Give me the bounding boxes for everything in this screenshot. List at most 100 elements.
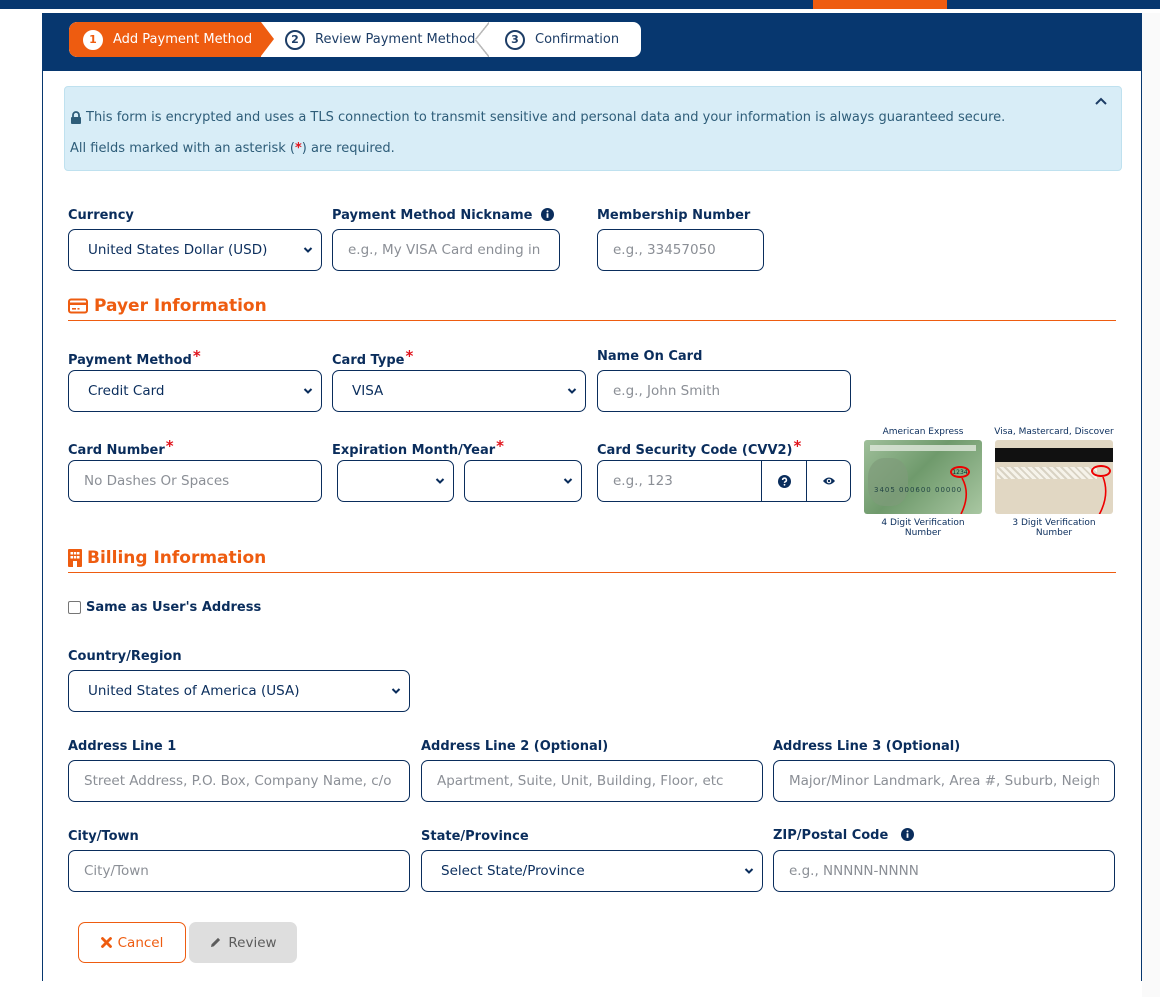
required-asterisk: * xyxy=(405,347,414,365)
amex-example: American Express 1234 3405 000600 00000 … xyxy=(863,427,983,538)
amex-card-image: 1234 3405 000600 00000 xyxy=(864,440,982,514)
button-label: Review xyxy=(228,934,277,951)
collapse-alert-button[interactable] xyxy=(1091,91,1111,111)
chevron-down-icon xyxy=(303,247,313,253)
step-number: 3 xyxy=(505,29,525,50)
billing-information-heading: Billing Information xyxy=(68,548,266,568)
payment-form-panel: 1 Add Payment Method 2 Review Payment Me… xyxy=(42,13,1142,981)
times-icon xyxy=(100,937,112,948)
checkbox-label: Same as User's Address xyxy=(86,600,262,615)
state-select[interactable]: Select State/Province xyxy=(421,850,763,892)
currency-select[interactable]: United States Dollar (USD) xyxy=(68,229,322,271)
address2-field[interactable] xyxy=(421,760,763,802)
security-alert: This form is encrypted and uses a TLS co… xyxy=(64,86,1122,171)
nickname-field[interactable] xyxy=(332,229,560,271)
visa-example: Visa, Mastercard, Discover 3 Digit Verif… xyxy=(993,427,1115,538)
alert-text: This form is encrypted and uses a TLS co… xyxy=(86,110,1006,125)
required-asterisk: * xyxy=(165,437,174,455)
expiration-year-select[interactable] xyxy=(464,460,582,502)
amex-sample-code: 1234 xyxy=(950,466,970,478)
payment-method-value: Credit Card xyxy=(88,383,165,399)
name-on-card-input[interactable] xyxy=(598,371,850,411)
country-label: Country/Region xyxy=(68,649,182,664)
country-select[interactable]: United States of America (USA) xyxy=(68,670,410,712)
expiration-month-select[interactable] xyxy=(337,460,454,502)
city-label: City/Town xyxy=(68,829,139,844)
page-gutter xyxy=(1142,13,1160,997)
cvv-field-group xyxy=(597,460,851,502)
address3-field[interactable] xyxy=(773,760,1115,802)
info-circle-icon[interactable] xyxy=(900,828,914,845)
cvv-help-button[interactable] xyxy=(761,461,806,501)
review-button[interactable]: Review xyxy=(189,922,297,963)
step-review-payment-method[interactable]: 2 Review Payment Method xyxy=(261,22,489,57)
zip-field[interactable] xyxy=(773,850,1115,892)
active-nav-indicator xyxy=(813,0,947,9)
step-number: 1 xyxy=(83,29,103,50)
credit-card-icon xyxy=(68,298,88,314)
card-type-label: Card Type* xyxy=(332,347,414,368)
alert-text: ) are required. xyxy=(301,141,395,156)
alert-line-required: All fields marked with an asterisk (*) a… xyxy=(70,141,395,156)
visa-card-image xyxy=(995,440,1113,514)
cvv-show-button[interactable] xyxy=(806,461,851,501)
chevron-down-icon xyxy=(391,688,401,694)
card-number-label: Card Number* xyxy=(68,437,174,458)
name-on-card-field[interactable] xyxy=(597,370,851,412)
step-number: 2 xyxy=(285,29,305,50)
payment-method-select[interactable]: Credit Card xyxy=(68,370,322,412)
same-as-user-address-option[interactable]: Same as User's Address xyxy=(68,600,261,615)
card-number-field[interactable] xyxy=(68,460,322,502)
card-number-input[interactable] xyxy=(69,461,321,501)
address1-field[interactable] xyxy=(68,760,410,802)
payment-method-label: Payment Method* xyxy=(68,347,201,368)
card-type-select[interactable]: VISA xyxy=(332,370,586,412)
same-as-user-address-checkbox[interactable] xyxy=(68,601,81,614)
info-circle-icon[interactable] xyxy=(540,208,554,225)
state-label: State/Province xyxy=(421,829,529,844)
zip-input[interactable] xyxy=(774,851,1114,891)
section-divider xyxy=(68,572,1116,573)
section-title-text: Billing Information xyxy=(87,548,267,568)
section-title-text: Payer Information xyxy=(94,296,267,316)
step-label: Add Payment Method xyxy=(113,32,253,47)
country-value: United States of America (USA) xyxy=(88,683,300,699)
eye-icon xyxy=(823,477,835,485)
membership-input[interactable] xyxy=(598,230,763,270)
button-label: Cancel xyxy=(117,934,164,951)
nickname-input[interactable] xyxy=(333,230,559,270)
chevron-down-icon xyxy=(744,868,754,874)
address3-input[interactable] xyxy=(774,761,1114,801)
alert-line-encryption: This form is encrypted and uses a TLS co… xyxy=(70,110,1005,125)
cvv-input[interactable] xyxy=(598,461,761,501)
city-input[interactable] xyxy=(69,851,409,891)
address3-label: Address Line 3 (Optional) xyxy=(773,739,961,754)
name-on-card-label: Name On Card xyxy=(597,349,703,364)
address1-label: Address Line 1 xyxy=(68,739,177,754)
card-example-caption: 4 Digit Verification Number xyxy=(881,518,965,538)
address2-input[interactable] xyxy=(422,761,762,801)
cvv-label: Card Security Code (CVV2)* xyxy=(597,437,802,458)
chevron-down-icon xyxy=(303,388,313,394)
lock-icon xyxy=(70,111,82,124)
step-label: Confirmation xyxy=(535,32,620,47)
address2-label: Address Line 2 (Optional) xyxy=(421,739,609,754)
pencil-icon xyxy=(211,937,221,947)
city-field[interactable] xyxy=(68,850,410,892)
expiration-label: Expiration Month/Year* xyxy=(332,437,505,458)
panel-header: 1 Add Payment Method 2 Review Payment Me… xyxy=(43,13,1141,71)
required-asterisk: * xyxy=(192,347,201,365)
required-asterisk: * xyxy=(793,437,802,455)
required-asterisk: * xyxy=(294,141,302,156)
card-type-value: VISA xyxy=(352,383,384,399)
cancel-button[interactable]: Cancel xyxy=(78,922,186,963)
progress-stepper: 1 Add Payment Method 2 Review Payment Me… xyxy=(69,22,641,57)
step-add-payment-method[interactable]: 1 Add Payment Method xyxy=(69,22,274,57)
payer-information-heading: Payer Information xyxy=(68,296,267,316)
nickname-label: Payment Method Nickname xyxy=(332,208,554,225)
currency-value: United States Dollar (USD) xyxy=(88,242,268,258)
address1-input[interactable] xyxy=(69,761,409,801)
chevron-down-icon xyxy=(435,478,445,484)
step-confirmation[interactable]: 3 Confirmation xyxy=(483,22,641,57)
membership-field[interactable] xyxy=(597,229,764,271)
